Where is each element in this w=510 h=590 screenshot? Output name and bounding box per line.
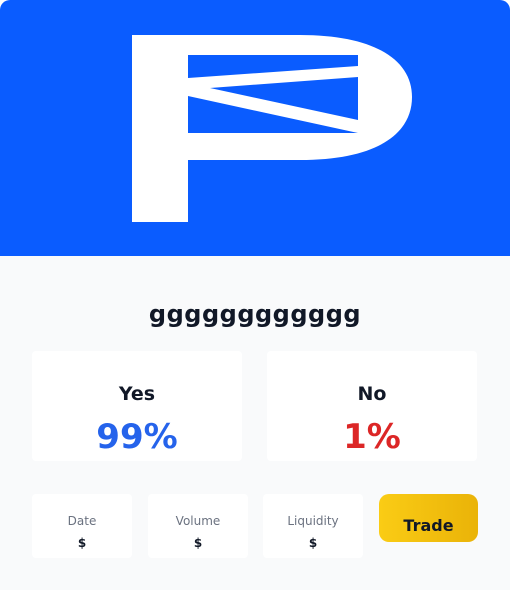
stat-volume: Volume $ [148, 494, 248, 558]
outcome-no-percent: 1% [343, 417, 401, 457]
stat-volume-value: $ [193, 536, 203, 550]
p-logo-icon [132, 35, 412, 222]
stat-date-label: Date [67, 514, 97, 528]
outcome-yes-percent: 99% [96, 417, 178, 457]
trade-button[interactable]: Trade [379, 494, 478, 542]
outcome-no-label: No [357, 383, 387, 405]
stat-liquidity-value: $ [308, 536, 318, 550]
stat-liquidity: Liquidity $ [263, 494, 363, 558]
outcome-yes-card[interactable]: Yes 99% [32, 351, 242, 461]
market-card: gggggggggggg Yes 99% No 1% Date $ Volume… [0, 0, 510, 590]
stat-date: Date $ [32, 494, 132, 558]
stat-liquidity-label: Liquidity [287, 514, 339, 528]
market-banner [0, 0, 510, 256]
stat-date-value: $ [77, 536, 87, 550]
stat-volume-label: Volume [175, 514, 221, 528]
market-title: gggggggggggg [148, 300, 362, 328]
outcome-no-card[interactable]: No 1% [267, 351, 477, 461]
outcome-yes-label: Yes [118, 383, 156, 405]
